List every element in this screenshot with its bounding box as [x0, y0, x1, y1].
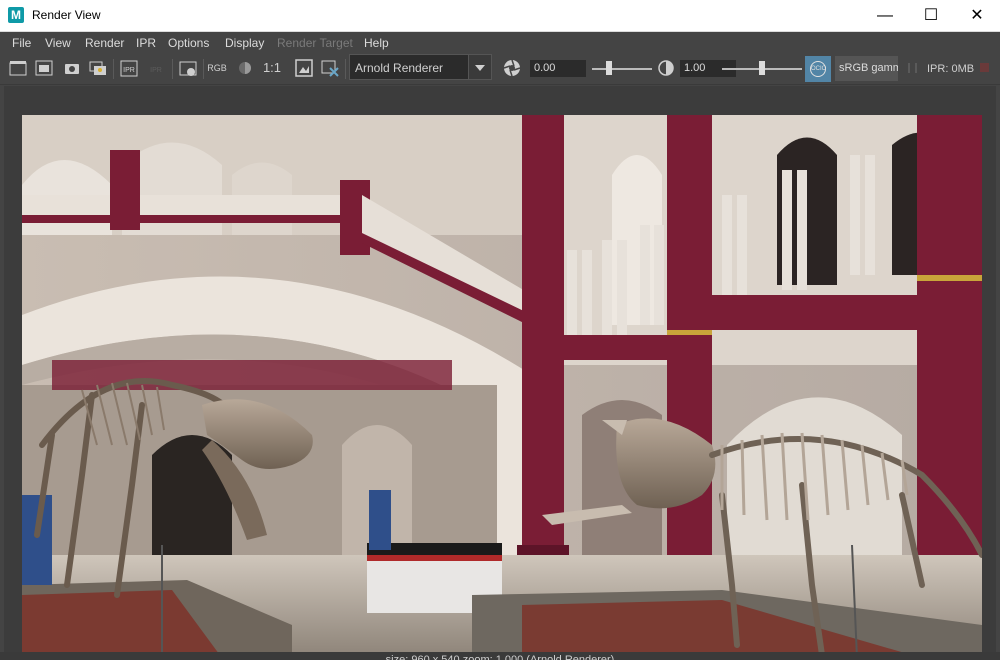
- toolbar-divider: [345, 59, 346, 79]
- menu-display[interactable]: Display: [225, 36, 264, 50]
- toolbar-divider: [172, 59, 173, 79]
- view-transform-field[interactable]: sRGB gamma: [835, 56, 898, 81]
- menu-view[interactable]: View: [45, 36, 71, 50]
- ipr-pause-icon: [908, 63, 917, 73]
- toolbar-divider: [203, 59, 204, 79]
- museum-hall-render-image: [22, 115, 982, 658]
- menu-ipr[interactable]: IPR: [136, 36, 156, 50]
- svg-text:IPR: IPR: [123, 67, 135, 74]
- menu-bar: File View Render IPR Options Display Ren…: [0, 32, 1000, 54]
- color-management-button[interactable]: OCIO: [805, 56, 831, 82]
- toolbar-divider: [113, 59, 114, 79]
- exposure-slider-track[interactable]: [592, 68, 652, 70]
- maya-logo-icon: M: [8, 7, 24, 23]
- exposure-aperture-icon[interactable]: [502, 58, 522, 78]
- render-viewport[interactable]: [4, 86, 996, 660]
- title-bar: M Render View — ☐ ✕: [0, 0, 1000, 32]
- gamma-half-circle-icon[interactable]: [656, 58, 676, 78]
- snapshot-sequence-icon[interactable]: [88, 58, 108, 78]
- close-button[interactable]: ✕: [954, 0, 1000, 31]
- window-title: Render View: [32, 8, 101, 22]
- renderer-dropdown-value: Arnold Renderer: [355, 61, 444, 75]
- ipr-memory-label: IPR: 0MB: [927, 63, 975, 75]
- menu-options[interactable]: Options: [168, 36, 209, 50]
- render-settings-icon[interactable]: [178, 58, 198, 78]
- render-region-icon[interactable]: [34, 58, 54, 78]
- color-management-icon: OCIO: [810, 61, 826, 77]
- gamma-slider-handle[interactable]: [759, 61, 765, 75]
- menu-render-target: Render Target: [277, 36, 353, 50]
- rgb-channel-button[interactable]: RGB: [207, 58, 227, 78]
- display-image-icon[interactable]: [294, 58, 314, 78]
- render-frame-icon[interactable]: [8, 58, 28, 78]
- chevron-down-icon: [468, 55, 491, 79]
- snapshot-camera-icon[interactable]: [62, 58, 82, 78]
- render-status-bar: size: 960 x 540 zoom: 1.000 (Arnold Rend…: [0, 652, 1000, 660]
- ipr-render-icon[interactable]: IPR: [119, 58, 139, 78]
- maximize-button[interactable]: ☐: [908, 0, 954, 31]
- exposure-field[interactable]: 0.00: [530, 60, 586, 77]
- renderer-dropdown[interactable]: Arnold Renderer: [349, 54, 492, 80]
- minimize-button[interactable]: —: [862, 0, 908, 31]
- svg-text:IPR: IPR: [150, 67, 162, 74]
- render-image: [22, 115, 982, 658]
- ipr-refresh-icon: IPR: [146, 58, 166, 78]
- menu-help[interactable]: Help: [364, 36, 389, 50]
- exposure-slider-handle[interactable]: [606, 61, 612, 75]
- menu-file[interactable]: File: [12, 36, 31, 50]
- ipr-stop-icon: [980, 63, 989, 72]
- remove-image-icon[interactable]: [320, 58, 340, 78]
- menu-render[interactable]: Render: [85, 36, 124, 50]
- alpha-channel-icon[interactable]: [235, 58, 255, 78]
- real-size-button[interactable]: 1:1: [262, 58, 282, 78]
